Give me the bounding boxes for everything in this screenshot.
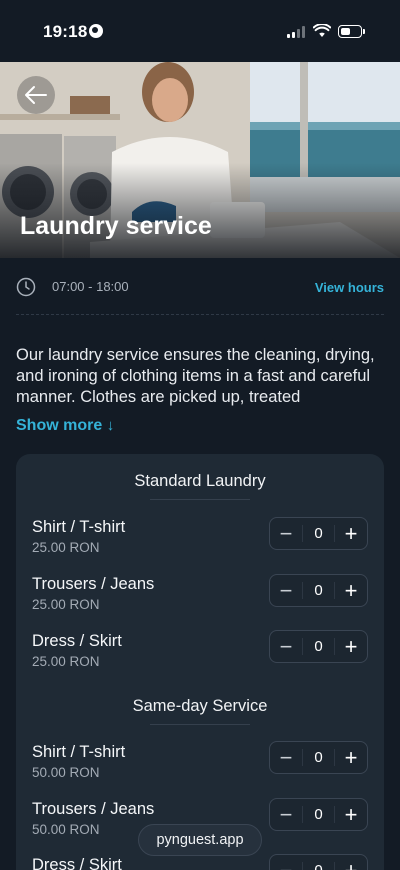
minus-icon: −: [279, 633, 293, 659]
cellular-signal-icon: [287, 26, 307, 38]
item-price: 50.00 RON: [32, 765, 100, 780]
item-name: Dress / Skirt: [32, 632, 122, 650]
decrease-button[interactable]: −: [270, 799, 302, 830]
section-divider: [150, 724, 250, 725]
hero-image: Laundry service: [0, 62, 400, 258]
arrow-down-icon: ↓: [106, 417, 115, 434]
section-title: Standard Laundry: [134, 472, 266, 490]
wifi-icon: [313, 24, 331, 37]
clock-icon: [16, 277, 36, 297]
status-time: 19:18: [43, 22, 88, 41]
item-price: 25.00 RON: [32, 597, 100, 612]
decrease-button[interactable]: −: [270, 631, 302, 662]
quantity-value: 0: [302, 806, 335, 823]
domain-pill: pynguest.app: [138, 824, 262, 856]
show-more-link[interactable]: Show more ↓: [16, 417, 114, 435]
minus-icon: −: [279, 577, 293, 603]
decrease-button[interactable]: −: [270, 518, 302, 549]
increase-button[interactable]: +: [335, 575, 367, 606]
quantity-stepper: − 0 +: [269, 798, 368, 831]
plus-icon: +: [344, 801, 358, 827]
plus-icon: +: [344, 633, 358, 659]
quantity-stepper: − 0 +: [269, 630, 368, 663]
quantity-value: 0: [302, 862, 335, 870]
minus-icon: −: [279, 744, 293, 770]
divider: [16, 314, 384, 315]
section-divider: [150, 499, 250, 500]
item-price: 25.00 RON: [32, 540, 100, 555]
item-name: Shirt / T-shirt: [32, 743, 126, 761]
hours-row: 07:00 - 18:00 View hours: [16, 272, 384, 302]
minus-icon: −: [279, 520, 293, 546]
service-description: Our laundry service ensures the cleaning…: [16, 346, 375, 406]
quantity-value: 0: [302, 638, 335, 655]
item-name: Trousers / Jeans: [32, 800, 155, 818]
minus-icon: −: [279, 857, 293, 870]
decrease-button[interactable]: −: [270, 575, 302, 606]
item-price: 25.00 RON: [32, 654, 100, 669]
page-title: Laundry service: [20, 212, 212, 240]
show-more-label: Show more: [16, 417, 103, 434]
services-card: Standard Laundry Shirt / T-shirt 25.00 R…: [16, 454, 384, 870]
back-button[interactable]: [17, 76, 55, 114]
hero-gradient: [0, 163, 400, 258]
opening-hours: 07:00 - 18:00: [52, 279, 129, 294]
increase-button[interactable]: +: [335, 799, 367, 830]
quantity-stepper: − 0 +: [269, 574, 368, 607]
decrease-button[interactable]: −: [270, 742, 302, 773]
quantity-stepper: − 0 +: [269, 517, 368, 550]
item-price: 50.00 RON: [32, 822, 100, 837]
item-name: Dress / Skirt: [32, 856, 122, 870]
quantity-stepper: − 0 +: [269, 854, 368, 870]
minus-icon: −: [279, 801, 293, 827]
plus-icon: +: [344, 857, 358, 870]
item-name: Trousers / Jeans: [32, 575, 155, 593]
decrease-button[interactable]: −: [270, 855, 302, 870]
increase-button[interactable]: +: [335, 742, 367, 773]
quantity-value: 0: [302, 525, 335, 542]
increase-button[interactable]: +: [335, 855, 367, 870]
status-bar: 19:18: [0, 0, 400, 62]
item-name: Shirt / T-shirt: [32, 518, 126, 536]
battery-icon: [338, 25, 362, 38]
plus-icon: +: [344, 520, 358, 546]
battery-tip: [363, 29, 365, 34]
quantity-value: 0: [302, 749, 335, 766]
plus-icon: +: [344, 744, 358, 770]
globe-icon: [89, 24, 103, 38]
quantity-value: 0: [302, 582, 335, 599]
increase-button[interactable]: +: [335, 631, 367, 662]
arrow-left-icon: [25, 86, 47, 104]
section-title: Same-day Service: [132, 697, 268, 715]
plus-icon: +: [344, 577, 358, 603]
view-hours-link[interactable]: View hours: [315, 280, 384, 295]
quantity-stepper: − 0 +: [269, 741, 368, 774]
increase-button[interactable]: +: [335, 518, 367, 549]
